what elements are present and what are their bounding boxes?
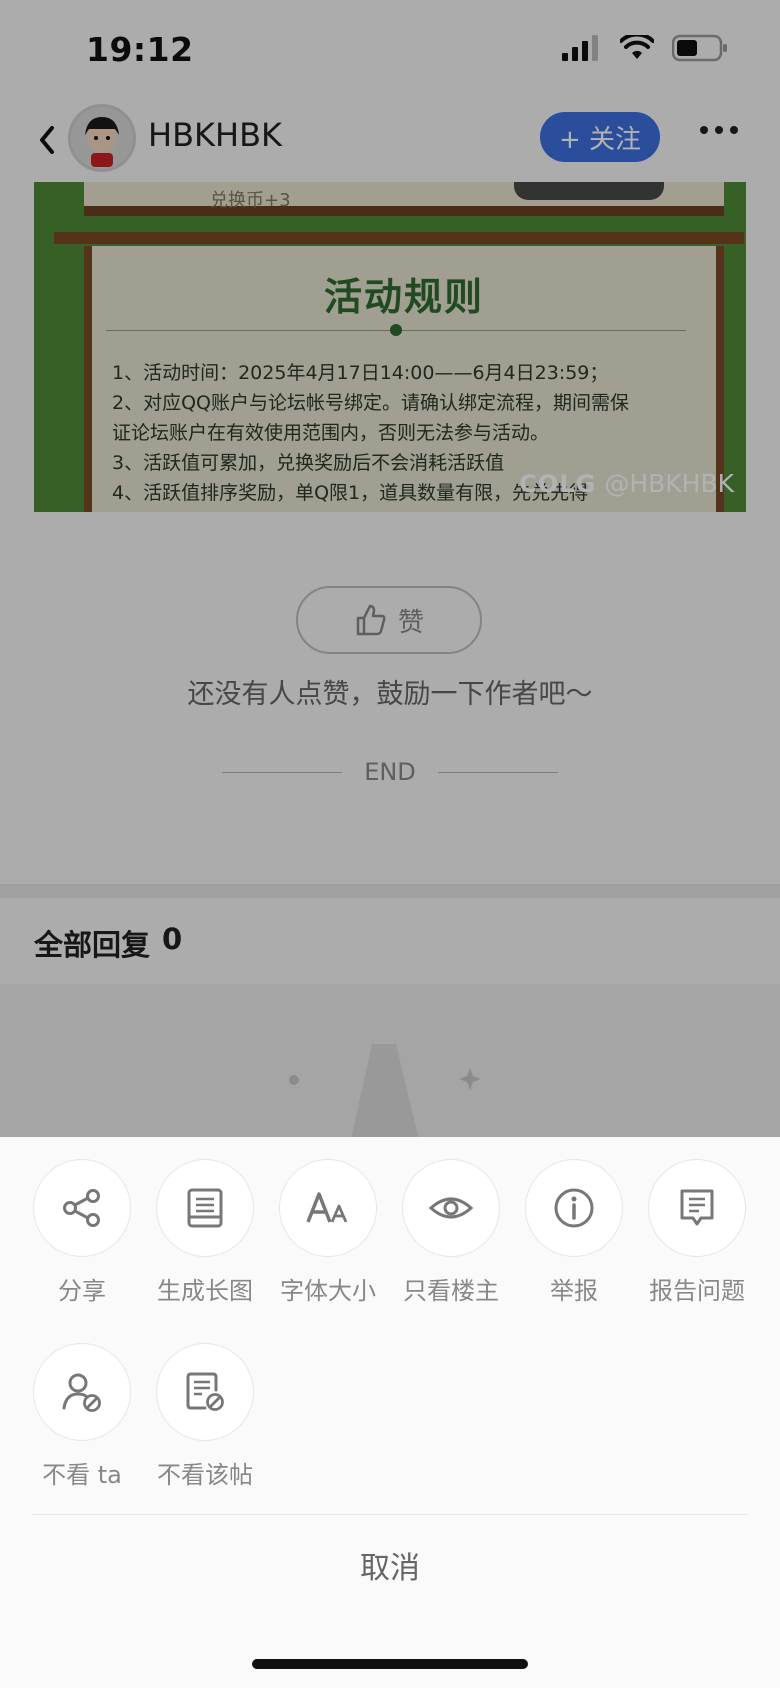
long-image-label: 生成长图 <box>157 1277 253 1305</box>
block-user-icon <box>62 1373 101 1412</box>
report-issue-circle[interactable] <box>648 1159 746 1257</box>
block-post-action[interactable]: 不看该帖 <box>150 1343 260 1490</box>
author-only-circle[interactable] <box>402 1159 500 1257</box>
share-label: 分享 <box>58 1277 106 1305</box>
block-post-circle[interactable] <box>156 1343 254 1441</box>
font-size-icon <box>306 1192 348 1223</box>
info-icon <box>554 1188 594 1228</box>
action-sheet: 分享 生成长图 字体大小 只看楼主 举报 报告问题 不看 ta 不看该帖 取消 <box>0 1137 780 1688</box>
page: 19:12 HBKHBK + 关注 兑换币+3 活动规则 1、活动时间：2025… <box>0 0 780 1688</box>
report-circle[interactable] <box>525 1159 623 1257</box>
author-only-label: 只看楼主 <box>403 1277 499 1305</box>
font-size-action[interactable]: 字体大小 <box>273 1159 383 1306</box>
long-image-icon <box>187 1188 223 1228</box>
share-action[interactable]: 分享 <box>27 1159 137 1306</box>
block-user-circle[interactable] <box>33 1343 131 1441</box>
author-only-action[interactable]: 只看楼主 <box>396 1159 506 1306</box>
block-user-label: 不看 ta <box>42 1461 122 1489</box>
report-action[interactable]: 举报 <box>519 1159 629 1306</box>
home-indicator[interactable] <box>252 1659 528 1669</box>
report-label: 举报 <box>550 1277 598 1305</box>
block-post-label: 不看该帖 <box>157 1461 253 1489</box>
long-image-action[interactable]: 生成长图 <box>150 1159 260 1306</box>
share-icon <box>63 1189 100 1227</box>
eye-icon <box>428 1197 474 1219</box>
report-issue-label: 报告问题 <box>649 1277 745 1305</box>
font-size-circle[interactable] <box>279 1159 377 1257</box>
font-size-label: 字体大小 <box>280 1277 376 1305</box>
block-user-action[interactable]: 不看 ta <box>27 1343 137 1490</box>
report-issue-icon <box>680 1189 714 1226</box>
share-circle[interactable] <box>33 1159 131 1257</box>
cancel-button[interactable]: 取消 <box>0 1515 780 1615</box>
block-post-icon <box>186 1372 224 1411</box>
long-image-circle[interactable] <box>156 1159 254 1257</box>
report-issue-action[interactable]: 报告问题 <box>642 1159 752 1306</box>
